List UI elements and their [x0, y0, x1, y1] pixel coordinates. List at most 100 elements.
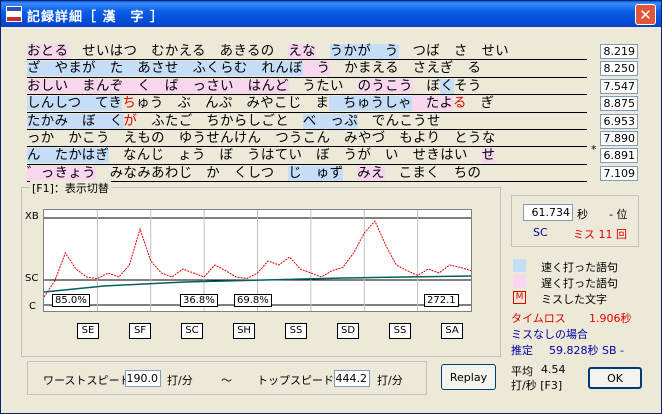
text-line: ゛っきょう みなみあわじ か くしつ じ ゅず みえ こまく ちの	[27, 165, 587, 183]
window-icon	[6, 6, 22, 22]
avg-unit: 打/秒 [F3]	[511, 379, 563, 392]
line-time: 7.109	[600, 165, 638, 181]
text-segment: っか かこう えもの ゆうせんけん つうこん みやづ もより とうな	[27, 130, 496, 146]
text-segment	[316, 44, 330, 59]
miss-legend-label: ミスした文字	[541, 293, 607, 306]
text-segment: こまく ちの	[384, 165, 482, 181]
percent-label: 272.1	[424, 294, 459, 307]
best-line-marker: *	[591, 143, 597, 156]
fast-segment: しんしつ てき	[27, 96, 123, 112]
text-segment: ぎ	[466, 96, 495, 112]
text-segment: ふたご ちからしごと	[137, 113, 303, 129]
sec-unit: 秒	[577, 208, 588, 221]
line-time: 6.953	[600, 113, 638, 129]
miss-count: ミス 11 回	[573, 228, 627, 241]
text-segment: でんこうせ	[358, 113, 441, 129]
text-line: たかみ ぼ くが ふたご ちからしごと べ っぷ でんこうせ	[27, 113, 587, 130]
timeloss-label: タイムロス	[511, 312, 566, 325]
miss-legend-mark: M	[513, 291, 526, 304]
section-label: SF	[129, 323, 151, 339]
line-time: 7.890	[600, 130, 638, 146]
section-label: SD	[337, 323, 359, 339]
slow-segment: せ	[481, 148, 496, 164]
line-time: 8.219	[600, 44, 638, 59]
slow-segment: たよ	[411, 96, 453, 112]
worst-speed-value: 190.0	[125, 370, 161, 387]
top-speed-value: 444.2	[334, 370, 370, 387]
fast-legend-label: 速く打った語句	[541, 261, 618, 274]
title-bar: 記録詳細［ 漢 字 ］ ✕	[1, 1, 661, 27]
slow-segment: ゛っきょう	[27, 165, 96, 181]
line-time: 7.547	[600, 78, 638, 94]
miss-segment: る	[452, 96, 467, 112]
fast-segment: ちゅうしゃ	[329, 96, 412, 112]
slow-segment: えな	[288, 44, 316, 59]
fast-segment: く	[440, 78, 455, 94]
text-segment: かまえる さえぎ る	[330, 61, 482, 77]
percent-label: 36.8%	[180, 294, 218, 307]
section-label: SE	[77, 323, 99, 339]
text-line: ざ やまが た あさせ ふくらむ れんぼ う かまえる さえぎ る	[27, 60, 587, 78]
estimate-label: 推定	[511, 344, 533, 357]
fast-segment: ん たかはぎ	[27, 148, 110, 164]
estimate-value: 59.828秒 SB -	[549, 344, 624, 357]
y-level-label: SC	[25, 273, 39, 284]
percent-label: 85.0%	[52, 294, 90, 307]
slow-legend-swatch	[513, 275, 526, 288]
group-label: [F1]：表示切替	[30, 180, 111, 196]
text-segment: つば さ せい	[398, 44, 510, 59]
y-level-label: XB	[25, 211, 39, 222]
slow-segment: おしい まんぞ く ば っさい はんど	[27, 78, 289, 94]
text-line: おとる せいはつ むかえる あきるの えな うかが う つば さ せい	[27, 43, 587, 61]
section-label: SS	[389, 323, 411, 339]
fast-legend-swatch	[513, 259, 526, 272]
rank: - 位	[609, 208, 628, 221]
line-times: 8.219 8.250 7.547 8.875 6.953 7.890 6.89…	[600, 44, 638, 183]
slow-segment: みえ	[357, 165, 385, 181]
range-tilde: 〜	[221, 374, 232, 387]
section-label: SC	[181, 323, 203, 339]
slow-legend-label: 遅く打った語句	[541, 277, 618, 290]
miss-segment: ち	[122, 96, 137, 112]
fast-segment: ざ やまが た あさせ ふくらむ れんぼ	[27, 61, 303, 77]
sc-grade: SC	[533, 226, 548, 239]
nomiss-label: ミスなしの場合	[511, 328, 588, 341]
text-line: っか かこう えもの ゆうせんけん つうこん みやづ もより とうな	[27, 130, 587, 148]
text-line: しんしつ てきちゅう ぶ んぷ みやこじ ま ちゅうしゃ たよる ぎ	[27, 95, 587, 113]
top-speed-label: トップスピード	[257, 374, 334, 387]
slow-segment: おとる	[27, 44, 69, 59]
record-detail-window: 記録詳細［ 漢 字 ］ ✕ おとる せいはつ むかえる あきるの えな うかが …	[0, 0, 662, 414]
section-label: SH	[233, 323, 255, 339]
text-line: おしい まんぞ く ば っさい はんど うたい のうこう ぼくそう	[27, 78, 587, 96]
text-segment: なんじ ょう ぼ うはてい ぼ うが い せきはい	[109, 148, 482, 164]
text-segment: せいはつ むかえる あきるの	[68, 44, 289, 59]
fast-segment: じ ゅず	[288, 165, 344, 181]
line-time: 6.891	[600, 148, 638, 164]
text-segment	[343, 166, 357, 181]
text-segment: みなみあわじ か くしつ	[95, 165, 289, 181]
text-line: ん たかはぎ なんじ ょう ぼ うはてい ぼ うが い せきはい せ	[27, 147, 587, 165]
fast-segment: べ っぷ	[302, 113, 359, 129]
fast-segment: うかが う	[329, 44, 399, 59]
window-title: 記録詳細［ 漢 字 ］	[27, 10, 165, 25]
ok-button[interactable]: OK	[588, 367, 642, 389]
worst-speed-unit: 打/分	[167, 374, 193, 387]
section-label: SS	[285, 323, 307, 339]
speed-chart: 85.0% 36.8% 69.8% 272.1	[43, 209, 472, 312]
typed-text-lines: おとる せいはつ むかえる あきるの えな うかが う つば さ せいざ やまが…	[27, 43, 587, 183]
text-segment: そう	[454, 78, 482, 94]
slow-segment: う	[302, 61, 331, 77]
replay-button[interactable]: Replay	[441, 364, 496, 390]
top-speed-unit: 打/分	[377, 374, 403, 387]
close-button[interactable]: ✕	[635, 4, 656, 25]
line-time: 8.875	[600, 96, 638, 112]
slow-segment: のうこう	[357, 78, 413, 94]
miss-segment: が	[123, 113, 138, 129]
text-segment: ぼ	[412, 78, 441, 94]
section-label: SA	[441, 323, 463, 339]
avg-value: 4.54	[541, 363, 566, 376]
timeloss-value: 1.906秒	[589, 312, 632, 325]
worst-speed-label: ワーストスピード	[43, 374, 131, 387]
fast-segment: たかみ ぼ く	[27, 113, 124, 129]
line-time: 8.250	[600, 61, 638, 77]
